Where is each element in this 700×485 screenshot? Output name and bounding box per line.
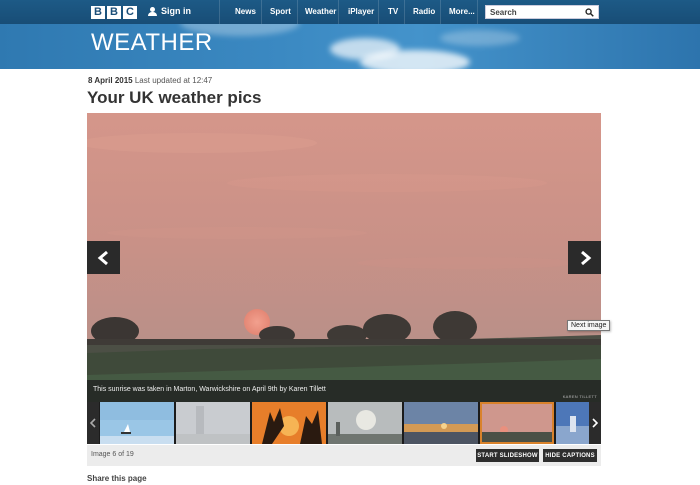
image-counter: Image 6 of 19	[91, 451, 134, 458]
cloud-decoration	[440, 30, 520, 46]
thumbnail-image	[404, 402, 478, 444]
main-gallery-image[interactable]: This sunrise was taken in Marton, Warwic…	[87, 113, 601, 402]
thumbnail-image	[556, 402, 589, 444]
nav-item-sport[interactable]: Sport	[270, 7, 291, 16]
thumbnail-2[interactable]	[176, 402, 250, 444]
nav-item-weather[interactable]: Weather	[305, 7, 336, 16]
hide-captions-button[interactable]: HIDE CAPTIONS	[543, 449, 597, 462]
next-image-button[interactable]	[568, 241, 601, 274]
caption-bar: This sunrise was taken in Marton, Warwic…	[87, 380, 601, 402]
thumbnail-4[interactable]	[328, 402, 402, 444]
chevron-left-icon	[97, 250, 108, 265]
thumbnail-image	[100, 402, 174, 444]
sign-in-label: Sign in	[161, 6, 191, 16]
nav-item-tv[interactable]: TV	[388, 7, 398, 16]
search-input[interactable]	[490, 7, 586, 17]
search-box	[485, 5, 599, 19]
thumbnail-image	[176, 402, 250, 444]
nav-separator	[378, 0, 379, 24]
nav-item-radio[interactable]: Radio	[413, 7, 435, 16]
page-title: Your UK weather pics	[87, 88, 262, 107]
dateline: 8 April 2015 Last updated at 12:47	[88, 76, 212, 85]
thumbnail-6-selected[interactable]	[480, 402, 554, 444]
share-this-page-heading: Share this page	[87, 474, 147, 483]
image-caption: This sunrise was taken in Marton, Warwic…	[93, 386, 326, 393]
thumbnail-image	[480, 402, 554, 444]
nav-separator	[297, 0, 298, 24]
thumbnail-7[interactable]	[556, 402, 589, 444]
last-updated: Last updated at 12:47	[134, 76, 213, 85]
sign-in-link[interactable]: Sign in	[148, 6, 191, 16]
nav-separator	[477, 0, 478, 24]
cloud-decoration	[360, 50, 470, 69]
bbc-logo[interactable]: B B C	[91, 6, 137, 19]
thumbnails-previous-button[interactable]	[87, 402, 99, 444]
nav-separator	[219, 0, 220, 24]
thumbnail-5[interactable]	[404, 402, 478, 444]
sunrise-photo	[87, 113, 601, 402]
next-image-tooltip: Next image	[567, 320, 611, 331]
nav-separator	[440, 0, 441, 24]
article-date: 8 April 2015	[88, 76, 133, 85]
top-navigation-bar: B B C Sign in News Sport Weather iPlayer…	[0, 0, 700, 24]
nav-item-more[interactable]: More...	[449, 7, 475, 16]
weather-banner: WEATHER	[0, 24, 700, 69]
chevron-right-icon	[580, 250, 591, 265]
previous-image-button[interactable]	[87, 241, 120, 274]
nav-separator	[404, 0, 405, 24]
weather-title[interactable]: WEATHER	[91, 29, 213, 57]
thumbnail-image	[252, 402, 326, 444]
user-icon	[148, 6, 157, 16]
logo-letter-b2: B	[107, 6, 121, 19]
nav-separator	[338, 0, 339, 24]
logo-letter-b1: B	[91, 6, 105, 19]
search-icon[interactable]	[585, 8, 594, 17]
photo-credit: KAREN TILLETT	[562, 394, 597, 399]
gallery-controls: Image 6 of 19 START SLIDESHOW HIDE CAPTI…	[87, 445, 601, 466]
chevron-right-icon	[592, 418, 598, 428]
thumbnail-1[interactable]	[100, 402, 174, 444]
thumbnail-3[interactable]	[252, 402, 326, 444]
chevron-left-icon	[90, 418, 96, 428]
nav-item-iplayer[interactable]: iPlayer	[348, 7, 374, 16]
thumbnail-image	[328, 402, 402, 444]
start-slideshow-button[interactable]: START SLIDESHOW	[476, 449, 539, 462]
logo-letter-c: C	[123, 6, 137, 19]
thumbnail-strip	[87, 402, 601, 444]
nav-item-news[interactable]: News	[235, 7, 256, 16]
thumbnails-next-button[interactable]	[589, 402, 601, 444]
nav-separator	[261, 0, 262, 24]
